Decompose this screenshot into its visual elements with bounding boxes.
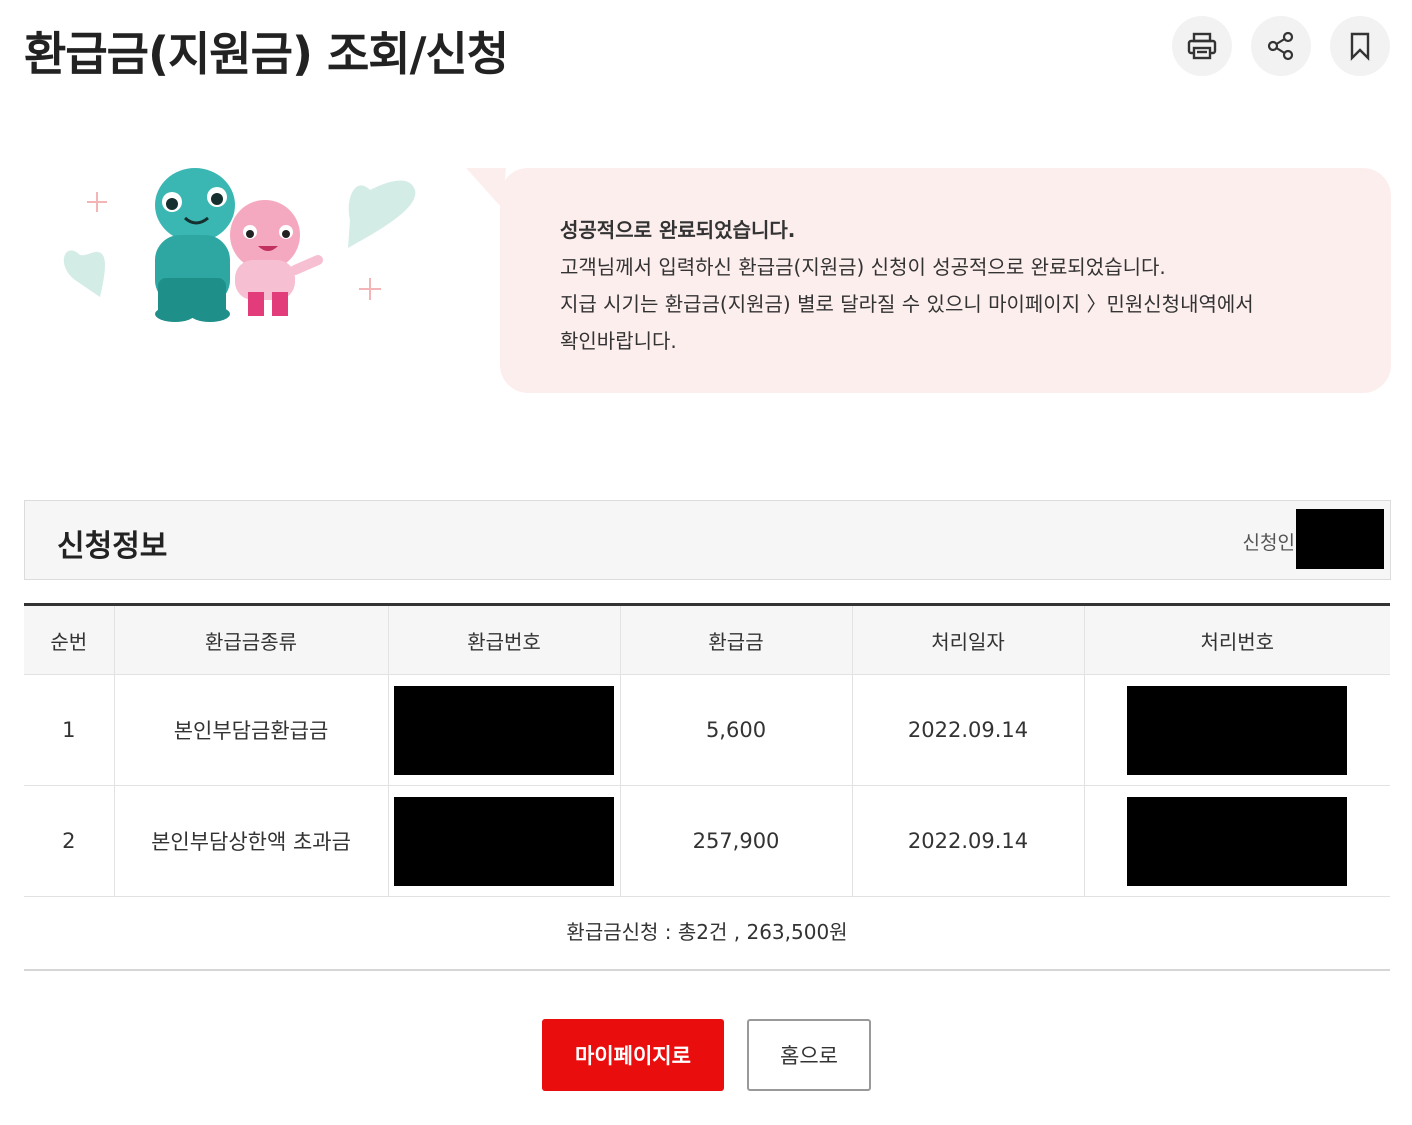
refund-number-cell [388, 674, 621, 786]
column-header: 순번 [24, 604, 115, 675]
column-header: 처리번호 [1084, 604, 1390, 675]
refund-table: 순번 환급금종류 환급번호 환급금 처리일자 처리번호 1 본인부담금환급금 5… [24, 603, 1390, 897]
mypage-button[interactable]: 마이페이지로 [542, 1019, 724, 1091]
refund-number-cell [388, 785, 621, 897]
share-icon [1267, 31, 1294, 61]
process-number-redacted [1127, 796, 1348, 886]
refund-summary: 환급금신청 : 총2건 , 263,500원 [24, 897, 1390, 971]
message-title: 성공적으로 완료되었습니다. [560, 218, 796, 242]
refund-type: 본인부담금환급금 [114, 674, 389, 786]
process-date: 2022.09.14 [852, 674, 1085, 786]
message-box: 성공적으로 완료되었습니다. 고객님께서 입력하신 환급금(지원금) 신청이 성… [500, 168, 1391, 393]
applicant-name-redacted [1296, 509, 1384, 569]
message-line-2: 지급 시기는 환급금(지원금) 별로 달라질 수 있으니 마이페이지 〉민원신청… [560, 292, 1254, 316]
refund-number-redacted [394, 796, 614, 886]
refund-amount: 257,900 [620, 785, 853, 897]
table-row: 2 본인부담상한액 초과금 257,900 2022.09.14 [24, 785, 1390, 897]
process-number-redacted [1127, 685, 1348, 775]
page-title: 환급금(지원금) 조회/신청 [24, 27, 509, 81]
share-button[interactable] [1251, 16, 1311, 76]
section-title: 신청정보 [57, 529, 168, 564]
bookmark-button[interactable] [1330, 16, 1390, 76]
applicant-label: 신청인 [1242, 532, 1295, 554]
message-text: 성공적으로 완료되었습니다. 고객님께서 입력하신 환급금(지원금) 신청이 성… [560, 212, 1340, 360]
refund-type: 본인부담상한액 초과금 [114, 785, 389, 897]
table-header-row: 순번 환급금종류 환급번호 환급금 처리일자 처리번호 [24, 604, 1390, 675]
home-button[interactable]: 홈으로 [747, 1019, 871, 1091]
process-number-cell [1084, 674, 1390, 786]
process-date: 2022.09.14 [852, 785, 1085, 897]
row-number: 2 [24, 785, 115, 897]
bookmark-icon [1350, 32, 1370, 61]
table-row: 1 본인부담금환급금 5,600 2022.09.14 [24, 674, 1390, 786]
refund-amount: 5,600 [620, 674, 853, 786]
column-header: 처리일자 [852, 604, 1085, 675]
process-number-cell [1084, 785, 1390, 897]
mascot-illustration [63, 168, 416, 322]
column-header: 환급금종류 [114, 604, 389, 675]
print-button[interactable] [1172, 16, 1232, 76]
application-info-header: 신청정보 신청인 [24, 500, 1391, 580]
printer-icon [1187, 32, 1217, 60]
message-line-1: 고객님께서 입력하신 환급금(지원금) 신청이 성공적으로 완료되었습니다. [560, 255, 1166, 279]
column-header: 환급금 [620, 604, 853, 675]
refund-number-redacted [394, 685, 614, 775]
row-number: 1 [24, 674, 115, 786]
column-header: 환급번호 [388, 604, 621, 675]
message-line-3: 확인바랍니다. [560, 329, 677, 353]
